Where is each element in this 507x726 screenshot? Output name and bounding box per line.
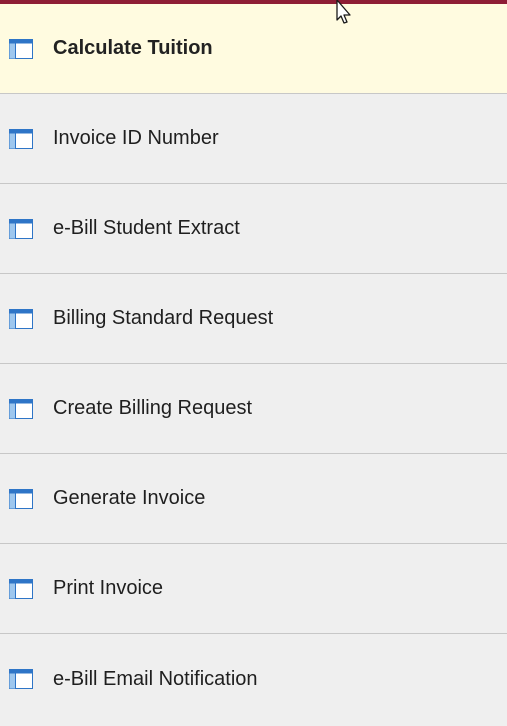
table-page-icon (9, 488, 33, 509)
menu-item-print-invoice[interactable]: Print Invoice (0, 544, 507, 634)
table-page-icon (9, 128, 33, 149)
menu-item-label: Print Invoice (53, 577, 164, 599)
table-page-icon (9, 308, 33, 329)
table-page-icon (9, 669, 33, 689)
navigation-menu: Calculate Tuition Invoice ID Number e-Bi… (0, 0, 507, 726)
menu-item-label: Create Billing Request (53, 397, 252, 419)
table-page-icon (9, 38, 33, 59)
menu-item-invoice-id-number[interactable]: Invoice ID Number (0, 94, 507, 184)
table-page-icon (9, 218, 33, 239)
menu-item-calculate-tuition[interactable]: Calculate Tuition (0, 4, 507, 94)
menu-item-label: Billing Standard Request (53, 307, 274, 329)
table-page-icon (9, 398, 33, 419)
menu-item-ebill-email-notification[interactable]: e-Bill Email Notification (0, 634, 507, 724)
menu-item-label: e-Bill Email Notification (53, 667, 258, 690)
menu-item-label: Invoice ID Number (53, 127, 219, 149)
menu-item-ebill-student-extract[interactable]: e-Bill Student Extract (0, 184, 507, 274)
menu-item-generate-invoice[interactable]: Generate Invoice (0, 454, 507, 544)
menu-item-label: Generate Invoice (53, 487, 206, 509)
menu-item-label: Calculate Tuition (53, 37, 213, 59)
menu-item-billing-standard-request[interactable]: Billing Standard Request (0, 274, 507, 364)
menu-item-create-billing-request[interactable]: Create Billing Request (0, 364, 507, 454)
menu-item-label: e-Bill Student Extract (53, 217, 240, 239)
table-page-icon (9, 578, 33, 599)
